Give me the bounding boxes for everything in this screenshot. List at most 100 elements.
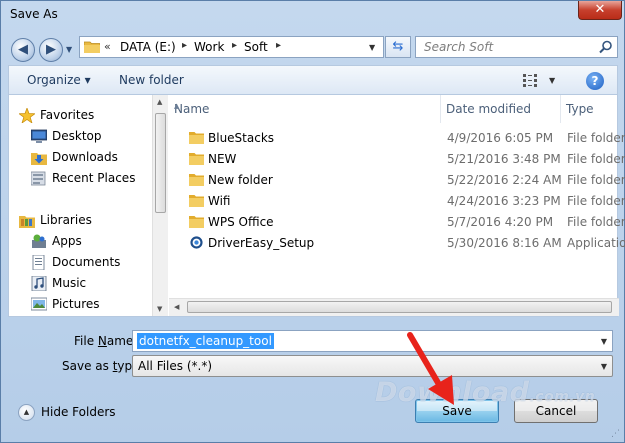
command-bar: Organize ▾ New folder ▼ ? bbox=[8, 65, 618, 95]
column-header-date[interactable]: Date modified bbox=[441, 95, 561, 123]
table-row[interactable]: Wifi 4/24/2016 3:23 PM File folder bbox=[169, 191, 625, 212]
table-row[interactable]: NEW 5/21/2016 3:48 PM File folder bbox=[169, 149, 625, 170]
table-row[interactable]: WPS Office 5/7/2016 4:20 PM File folder bbox=[169, 212, 625, 233]
resize-grip-icon[interactable]: ⋰ bbox=[611, 429, 620, 439]
file-list: Name ▲ Date modified Type BlueStacks 4/9… bbox=[169, 95, 625, 316]
breadcrumb-separator[interactable]: ▸ bbox=[182, 40, 187, 51]
scrollbar-thumb[interactable] bbox=[155, 113, 166, 213]
breadcrumb-work[interactable]: Work bbox=[194, 40, 224, 54]
column-header-label: Type bbox=[566, 102, 594, 116]
scroll-down-arrow-icon[interactable]: ▼ bbox=[157, 305, 162, 313]
file-name-field[interactable]: dotnetfx_cleanup_tool ▼ bbox=[132, 330, 613, 352]
downloads-icon bbox=[31, 153, 47, 165]
table-row[interactable]: DriverEasy_Setup 5/30/2016 8:16 AM Appli… bbox=[169, 233, 625, 254]
table-row[interactable]: BlueStacks 4/9/2016 6:05 PM File folder bbox=[169, 128, 625, 149]
file-name: BlueStacks bbox=[208, 131, 275, 145]
address-bar[interactable]: « DATA (E:) ▸ Work ▸ Soft ▸ ▼ bbox=[79, 36, 384, 58]
file-date: 5/30/2016 8:16 AM bbox=[447, 236, 562, 250]
sidebar-item-label: Documents bbox=[52, 255, 121, 269]
new-folder-button[interactable]: New folder bbox=[119, 73, 184, 87]
file-name-dropdown-icon[interactable]: ▼ bbox=[601, 337, 607, 346]
refresh-button[interactable]: ⇆ bbox=[385, 36, 411, 58]
search-input[interactable]: Search Soft bbox=[415, 36, 618, 58]
back-button[interactable]: ◀ bbox=[11, 38, 35, 62]
sidebar-item-label: Desktop bbox=[52, 129, 102, 143]
sidebar-item-label: Favorites bbox=[40, 108, 95, 122]
sidebar-item-label: Recent Places bbox=[52, 171, 136, 185]
file-date: 5/7/2016 4:20 PM bbox=[447, 215, 554, 229]
apps-icon bbox=[32, 234, 46, 248]
sidebar-item-label: Pictures bbox=[52, 297, 100, 311]
breadcrumb-separator[interactable]: ▸ bbox=[232, 40, 237, 51]
save-as-dialog: Save As ✕ ◀ ▶ ▼ « DATA (E:) ▸ Work ▸ Sof… bbox=[0, 0, 625, 443]
breadcrumb-soft[interactable]: Soft bbox=[244, 40, 268, 54]
breadcrumb-separator[interactable]: ▸ bbox=[276, 40, 281, 51]
save-type-dropdown-icon[interactable]: ▼ bbox=[601, 362, 607, 371]
sidebar-item-label: Apps bbox=[52, 234, 82, 248]
recent-places-icon bbox=[31, 171, 46, 186]
music-icon bbox=[31, 276, 47, 291]
file-date: 5/21/2016 3:48 PM bbox=[447, 152, 561, 166]
address-overflow-chevron[interactable]: « bbox=[104, 40, 111, 53]
navigation-pane-scrollbar[interactable]: ▲ ▼ bbox=[152, 95, 168, 316]
save-type-value: All Files (*.*) bbox=[138, 359, 213, 373]
documents-icon bbox=[32, 255, 45, 270]
refresh-icon: ⇆ bbox=[392, 39, 404, 54]
folder-icon bbox=[84, 41, 100, 53]
folder-icon bbox=[189, 195, 204, 207]
organize-button[interactable]: Organize ▾ bbox=[27, 73, 91, 87]
file-list-horizontal-scrollbar[interactable]: ◀ bbox=[169, 298, 619, 316]
application-icon bbox=[190, 236, 203, 249]
file-name: DriverEasy_Setup bbox=[208, 236, 315, 250]
file-type: File folder bbox=[567, 152, 625, 166]
navigation-pane: Favorites Desktop Downloads Recent Place… bbox=[9, 95, 159, 316]
file-date: 5/22/2016 2:24 AM bbox=[447, 173, 562, 187]
chevron-up-icon: ▲ bbox=[18, 404, 35, 421]
folder-icon bbox=[189, 153, 204, 165]
column-header-label: Date modified bbox=[446, 102, 532, 116]
column-header-type[interactable]: Type bbox=[561, 95, 619, 123]
folder-icon bbox=[189, 174, 204, 186]
sort-ascending-icon: ▲ bbox=[174, 102, 180, 110]
sidebar-item-label: Libraries bbox=[40, 213, 92, 227]
file-type: File folder bbox=[567, 173, 625, 187]
help-icon[interactable]: ? bbox=[586, 72, 604, 90]
browser-panes: Favorites Desktop Downloads Recent Place… bbox=[8, 95, 625, 317]
libraries-icon bbox=[19, 216, 35, 228]
file-name-label: File Name: bbox=[74, 334, 138, 348]
search-icon[interactable] bbox=[599, 40, 613, 54]
scroll-left-arrow-icon[interactable]: ◀ bbox=[174, 303, 179, 311]
file-name: New folder bbox=[208, 173, 273, 187]
file-type: File folder bbox=[567, 194, 625, 208]
scrollbar-thumb[interactable] bbox=[187, 301, 612, 313]
view-options-icon[interactable] bbox=[523, 74, 539, 87]
file-type: File folder bbox=[567, 131, 625, 145]
file-name: Wifi bbox=[208, 194, 231, 208]
pictures-icon bbox=[31, 297, 47, 311]
folder-icon bbox=[189, 216, 204, 228]
save-type-select[interactable]: All Files (*.*) ▼ bbox=[132, 355, 613, 377]
sidebar-item-label: Downloads bbox=[52, 150, 118, 164]
window-title: Save As bbox=[10, 7, 58, 21]
scroll-up-arrow-icon[interactable]: ▲ bbox=[157, 98, 162, 106]
desktop-icon bbox=[31, 129, 47, 143]
red-arrow-annotation-icon bbox=[407, 332, 454, 405]
file-date: 4/9/2016 6:05 PM bbox=[447, 131, 554, 145]
table-row[interactable]: New folder 5/22/2016 2:24 AM File folder bbox=[169, 170, 625, 191]
file-type: Application bbox=[567, 236, 625, 250]
search-placeholder: Search Soft bbox=[424, 40, 494, 54]
address-dropdown-icon[interactable]: ▼ bbox=[369, 43, 375, 52]
column-header-name[interactable]: Name ▲ bbox=[169, 95, 441, 123]
title-bar[interactable]: Save As ✕ bbox=[1, 1, 624, 29]
folder-icon bbox=[189, 132, 204, 144]
file-name-value: dotnetfx_cleanup_tool bbox=[137, 333, 274, 349]
star-icon bbox=[19, 108, 35, 123]
file-name: NEW bbox=[208, 152, 237, 166]
view-dropdown-icon[interactable]: ▼ bbox=[549, 76, 555, 85]
forward-button[interactable]: ▶ bbox=[39, 38, 63, 62]
file-type: File folder bbox=[567, 215, 625, 229]
file-date: 4/24/2016 3:23 PM bbox=[447, 194, 561, 208]
recent-pages-dropdown-icon[interactable]: ▼ bbox=[66, 45, 72, 54]
close-button[interactable]: ✕ bbox=[578, 1, 622, 20]
breadcrumb-drive[interactable]: DATA (E:) bbox=[120, 40, 176, 54]
